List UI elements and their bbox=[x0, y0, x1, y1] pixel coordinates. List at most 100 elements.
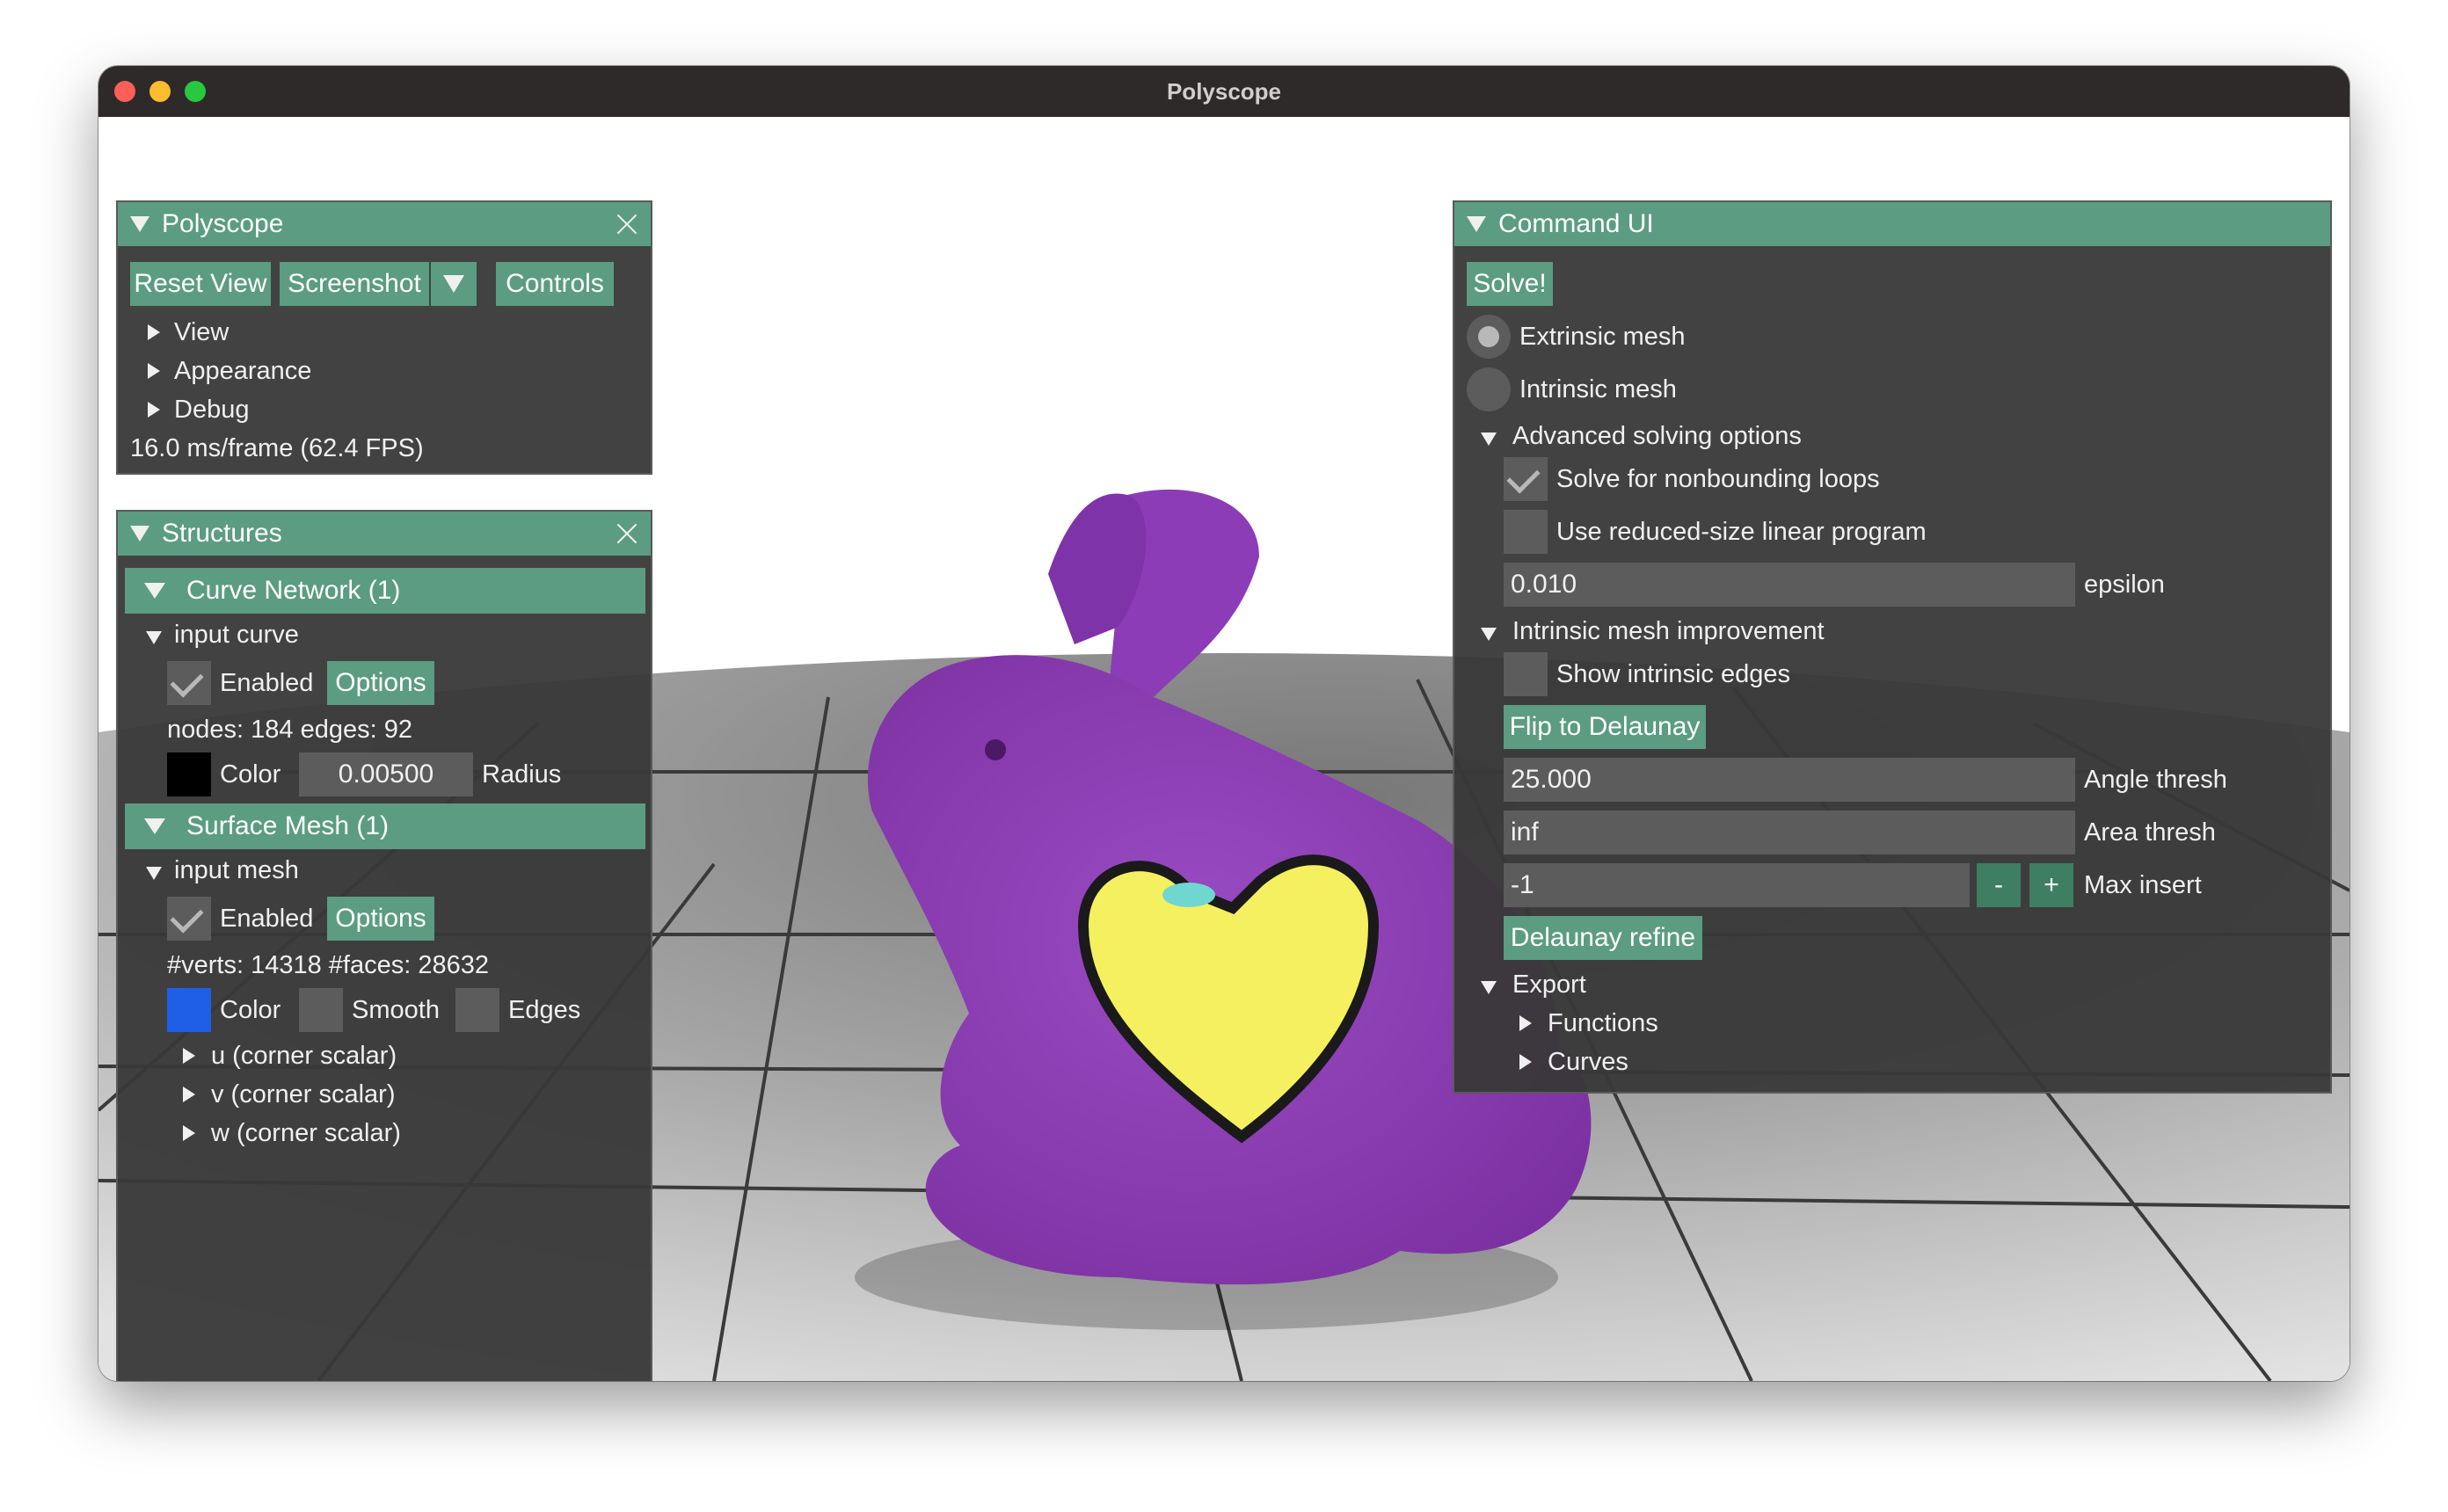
triangle-down-icon bbox=[130, 526, 149, 542]
panel-title: Structures bbox=[162, 519, 282, 548]
advanced-options-header[interactable]: Advanced solving options bbox=[1512, 420, 1802, 452]
triangle-down-icon bbox=[1467, 216, 1486, 232]
3d-viewport[interactable]: Polyscope Reset View Screenshot Controls… bbox=[98, 117, 2350, 1381]
triangle-down-icon bbox=[144, 583, 165, 599]
structures-panel: Structures Curve Network (1) input curve… bbox=[116, 510, 652, 1381]
triangle-right-icon bbox=[148, 363, 160, 379]
polyscope-panel: Polyscope Reset View Screenshot Controls… bbox=[116, 200, 652, 475]
tree-appearance[interactable]: Appearance bbox=[174, 355, 311, 387]
triangle-down-icon bbox=[1481, 433, 1497, 446]
epsilon-label: epsilon bbox=[2084, 571, 2165, 599]
show-intrinsic-edges-checkbox[interactable] bbox=[1504, 652, 1548, 696]
quantity-u[interactable]: u (corner scalar) bbox=[211, 1040, 397, 1072]
triangle-down-icon bbox=[144, 818, 165, 834]
panel-title: Polyscope bbox=[162, 209, 284, 238]
title-bar: Polyscope bbox=[98, 66, 2350, 117]
triangle-right-icon bbox=[183, 1087, 195, 1102]
close-icon[interactable] bbox=[612, 519, 642, 549]
surface-mesh-header[interactable]: Surface Mesh (1) bbox=[125, 803, 645, 849]
export-functions[interactable]: Functions bbox=[1548, 1007, 1658, 1039]
flip-to-delaunay-button[interactable]: Flip to Delaunay bbox=[1504, 705, 1706, 749]
curve-network-header[interactable]: Curve Network (1) bbox=[125, 568, 645, 614]
checkmark-icon bbox=[170, 664, 204, 698]
screenshot-dropdown-button[interactable] bbox=[431, 262, 477, 306]
curve-radius-label: Radius bbox=[482, 760, 562, 789]
angle-thresh-input[interactable]: 25.000 bbox=[1504, 758, 2075, 802]
mesh-stats: #verts: 14318 #faces: 28632 bbox=[167, 951, 489, 979]
angle-thresh-label: Angle thresh bbox=[2084, 766, 2227, 794]
export-header[interactable]: Export bbox=[1512, 969, 1586, 1000]
extrinsic-mesh-label: Extrinsic mesh bbox=[1519, 323, 1686, 351]
intrinsic-mesh-label: Intrinsic mesh bbox=[1519, 375, 1677, 403]
edges-label: Edges bbox=[508, 996, 581, 1024]
max-insert-input[interactable]: -1 bbox=[1504, 863, 1970, 907]
command-ui-panel: Command UI Solve! Extrinsic mesh Intrins… bbox=[1453, 200, 2332, 1094]
panel-title: Command UI bbox=[1498, 209, 1654, 238]
quantity-w[interactable]: w (corner scalar) bbox=[211, 1117, 401, 1149]
triangle-right-icon bbox=[1519, 1054, 1532, 1070]
improvement-header[interactable]: Intrinsic mesh improvement bbox=[1512, 615, 1825, 647]
smooth-checkbox[interactable] bbox=[299, 988, 343, 1032]
mesh-enabled-label: Enabled bbox=[220, 905, 314, 933]
tree-debug[interactable]: Debug bbox=[174, 394, 249, 425]
max-insert-decrement-button[interactable]: - bbox=[1977, 863, 2021, 907]
triangle-down-icon bbox=[146, 631, 162, 644]
close-window-button[interactable] bbox=[114, 81, 135, 102]
mesh-color-label: Color bbox=[220, 996, 281, 1024]
epsilon-input[interactable]: 0.010 bbox=[1504, 563, 2075, 607]
polyscope-panel-header[interactable]: Polyscope bbox=[118, 202, 651, 246]
triangle-down-icon bbox=[130, 216, 149, 232]
mesh-options-button[interactable]: Options bbox=[327, 897, 434, 941]
curve-stats: nodes: 184 edges: 92 bbox=[167, 716, 412, 744]
radio-selected-dot bbox=[1478, 326, 1499, 347]
mesh-color-swatch[interactable] bbox=[167, 988, 211, 1032]
show-intrinsic-edges-label: Show intrinsic edges bbox=[1556, 660, 1790, 688]
command-ui-panel-header[interactable]: Command UI bbox=[1454, 202, 2330, 246]
area-thresh-input[interactable]: inf bbox=[1504, 811, 2075, 854]
tree-view[interactable]: View bbox=[174, 316, 229, 348]
app-window: Polyscope Polyscope Reset View Screensho… bbox=[98, 66, 2350, 1381]
curve-color-swatch[interactable] bbox=[167, 752, 211, 796]
input-curve-item[interactable]: input curve bbox=[174, 619, 299, 651]
checkmark-icon bbox=[170, 899, 204, 934]
delaunay-refine-button[interactable]: Delaunay refine bbox=[1504, 916, 1702, 960]
structures-panel-header[interactable]: Structures bbox=[118, 512, 651, 556]
quantity-v[interactable]: v (corner scalar) bbox=[211, 1079, 396, 1110]
area-thresh-label: Area thresh bbox=[2084, 818, 2216, 847]
checkmark-icon bbox=[1506, 460, 1541, 494]
controls-button[interactable]: Controls bbox=[496, 262, 614, 306]
edges-checkbox[interactable] bbox=[455, 988, 499, 1032]
max-insert-label: Max insert bbox=[2084, 871, 2202, 899]
close-icon[interactable] bbox=[612, 209, 642, 239]
triangle-down-icon bbox=[1481, 628, 1497, 641]
solve-button[interactable]: Solve! bbox=[1467, 262, 1553, 306]
curve-options-button[interactable]: Options bbox=[327, 661, 434, 705]
triangle-right-icon bbox=[183, 1048, 195, 1064]
section-title: Curve Network (1) bbox=[186, 576, 401, 605]
max-insert-increment-button[interactable]: + bbox=[2029, 863, 2073, 907]
minimize-window-button[interactable] bbox=[149, 81, 171, 102]
triangle-right-icon bbox=[148, 324, 160, 340]
curve-enabled-checkbox[interactable] bbox=[167, 661, 211, 705]
screenshot-button[interactable]: Screenshot bbox=[280, 262, 429, 306]
triangle-right-icon bbox=[183, 1125, 195, 1141]
extrinsic-mesh-radio[interactable] bbox=[1467, 315, 1511, 359]
zoom-window-button[interactable] bbox=[185, 81, 206, 102]
triangle-down-icon bbox=[1481, 981, 1497, 994]
reduced-lp-checkbox[interactable] bbox=[1504, 510, 1548, 554]
triangle-right-icon bbox=[148, 402, 160, 418]
triangle-right-icon bbox=[1519, 1015, 1532, 1031]
curve-enabled-label: Enabled bbox=[220, 669, 314, 697]
intrinsic-mesh-radio[interactable] bbox=[1467, 367, 1511, 411]
window-title: Polyscope bbox=[1166, 77, 1282, 105]
input-mesh-item[interactable]: input mesh bbox=[174, 854, 299, 886]
nonbounding-checkbox[interactable] bbox=[1504, 457, 1548, 501]
reduced-lp-label: Use reduced-size linear program bbox=[1556, 518, 1927, 546]
export-curves[interactable]: Curves bbox=[1548, 1046, 1628, 1078]
curve-radius-slider[interactable]: 0.00500 bbox=[299, 752, 473, 796]
nonbounding-label: Solve for nonbounding loops bbox=[1556, 465, 1880, 493]
mesh-enabled-checkbox[interactable] bbox=[167, 897, 211, 941]
radius-value: 0.00500 bbox=[338, 760, 434, 789]
smooth-label: Smooth bbox=[352, 996, 440, 1024]
reset-view-button[interactable]: Reset View bbox=[130, 262, 271, 306]
